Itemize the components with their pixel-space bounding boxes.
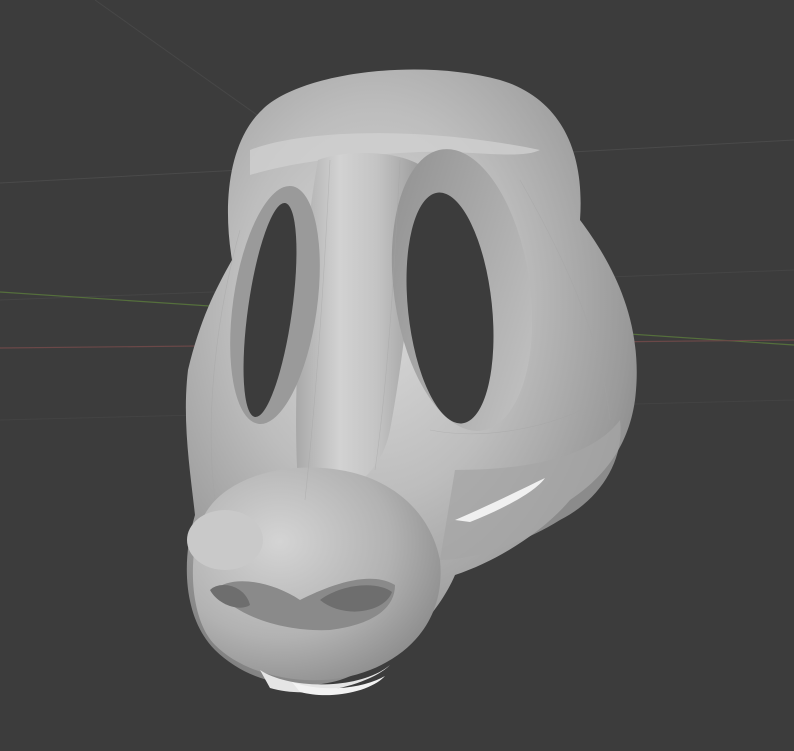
muzzle	[192, 467, 441, 681]
3d-viewport[interactable]	[0, 0, 794, 751]
sculpted-head-model[interactable]	[185, 69, 637, 696]
nose-tip	[187, 510, 263, 570]
viewport-canvas[interactable]	[0, 0, 794, 751]
